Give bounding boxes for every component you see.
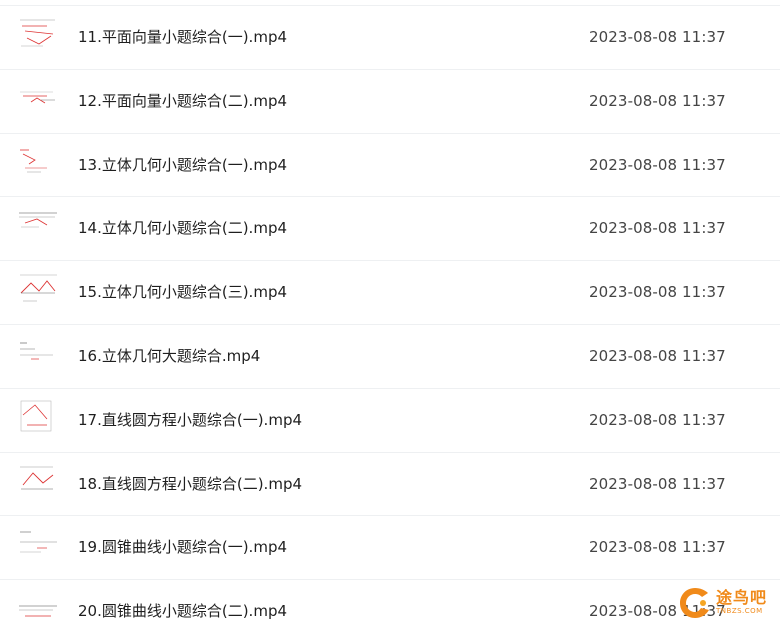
file-date: 2023-08-08 11:37 bbox=[589, 283, 726, 302]
video-thumbnail-icon[interactable] bbox=[17, 203, 59, 248]
video-thumbnail-icon[interactable] bbox=[17, 139, 59, 184]
list-item[interactable]: 20.圆锥曲线小题综合(二).mp4 2023-08-08 11:37 bbox=[0, 579, 780, 623]
file-date: 2023-08-08 11:37 bbox=[589, 474, 726, 493]
list-item[interactable]: 14.立体几何小题综合(二).mp4 2023-08-08 11:37 bbox=[0, 196, 780, 260]
list-item[interactable]: 13.立体几何小题综合(一).mp4 2023-08-08 11:37 bbox=[0, 132, 780, 197]
file-list: 11.平面向量小题综合(一).mp4 2023-08-08 11:37 12.平… bbox=[0, 5, 780, 623]
file-name[interactable]: 17.直线圆方程小题综合(一).mp4 bbox=[78, 411, 302, 429]
list-item[interactable]: 12.平面向量小题综合(二).mp4 2023-08-08 11:37 bbox=[0, 68, 780, 133]
file-name[interactable]: 18.直线圆方程小题综合(二).mp4 bbox=[78, 475, 302, 493]
video-thumbnail-icon[interactable] bbox=[17, 394, 59, 439]
watermark: 途鸟吧 TNBZS.COM bbox=[676, 582, 780, 623]
file-date: 2023-08-08 11:37 bbox=[589, 28, 726, 46]
file-name[interactable]: 11.平面向量小题综合(一).mp4 bbox=[78, 28, 287, 46]
file-name[interactable]: 20.圆锥曲线小题综合(二).mp4 bbox=[78, 602, 287, 620]
video-thumbnail-icon[interactable] bbox=[17, 586, 59, 623]
watermark-text: 途鸟吧 bbox=[716, 588, 768, 607]
list-item[interactable]: 15.立体几何小题综合(三).mp4 2023-08-08 11:37 bbox=[0, 260, 780, 324]
file-name[interactable]: 19.圆锥曲线小题综合(一).mp4 bbox=[78, 538, 287, 556]
video-thumbnail-icon[interactable] bbox=[17, 75, 59, 120]
file-date: 2023-08-08 11:37 bbox=[589, 538, 726, 557]
file-name[interactable]: 15.立体几何小题综合(三).mp4 bbox=[78, 283, 287, 301]
video-thumbnail-icon[interactable] bbox=[17, 330, 59, 375]
watermark-logo-icon bbox=[680, 587, 709, 618]
file-date: 2023-08-08 11:37 bbox=[589, 91, 726, 110]
list-item[interactable]: 18.直线圆方程小题综合(二).mp4 2023-08-08 11:37 bbox=[0, 451, 780, 516]
video-thumbnail-icon[interactable] bbox=[17, 12, 59, 56]
file-name[interactable]: 16.立体几何大题综合.mp4 bbox=[78, 347, 260, 365]
file-name[interactable]: 13.立体几何小题综合(一).mp4 bbox=[78, 156, 287, 174]
file-name[interactable]: 14.立体几何小题综合(二).mp4 bbox=[78, 219, 287, 237]
file-date: 2023-08-08 11:37 bbox=[589, 346, 726, 365]
file-date: 2023-08-08 11:37 bbox=[589, 219, 726, 238]
file-date: 2023-08-08 11:37 bbox=[589, 410, 726, 429]
file-name[interactable]: 12.平面向量小题综合(二).mp4 bbox=[78, 92, 287, 110]
video-thumbnail-icon[interactable] bbox=[17, 522, 59, 567]
file-date: 2023-08-08 11:37 bbox=[589, 155, 726, 174]
list-item[interactable]: 17.直线圆方程小题综合(一).mp4 2023-08-08 11:37 bbox=[0, 387, 780, 452]
watermark-url: TNBZS.COM bbox=[716, 607, 763, 615]
list-item[interactable]: 19.圆锥曲线小题综合(一).mp4 2023-08-08 11:37 bbox=[0, 515, 780, 579]
video-thumbnail-icon[interactable] bbox=[17, 267, 59, 312]
video-thumbnail-icon[interactable] bbox=[17, 458, 59, 503]
list-item[interactable]: 16.立体几何大题综合.mp4 2023-08-08 11:37 bbox=[0, 323, 780, 388]
list-item[interactable]: 11.平面向量小题综合(一).mp4 2023-08-08 11:37 bbox=[0, 5, 780, 69]
